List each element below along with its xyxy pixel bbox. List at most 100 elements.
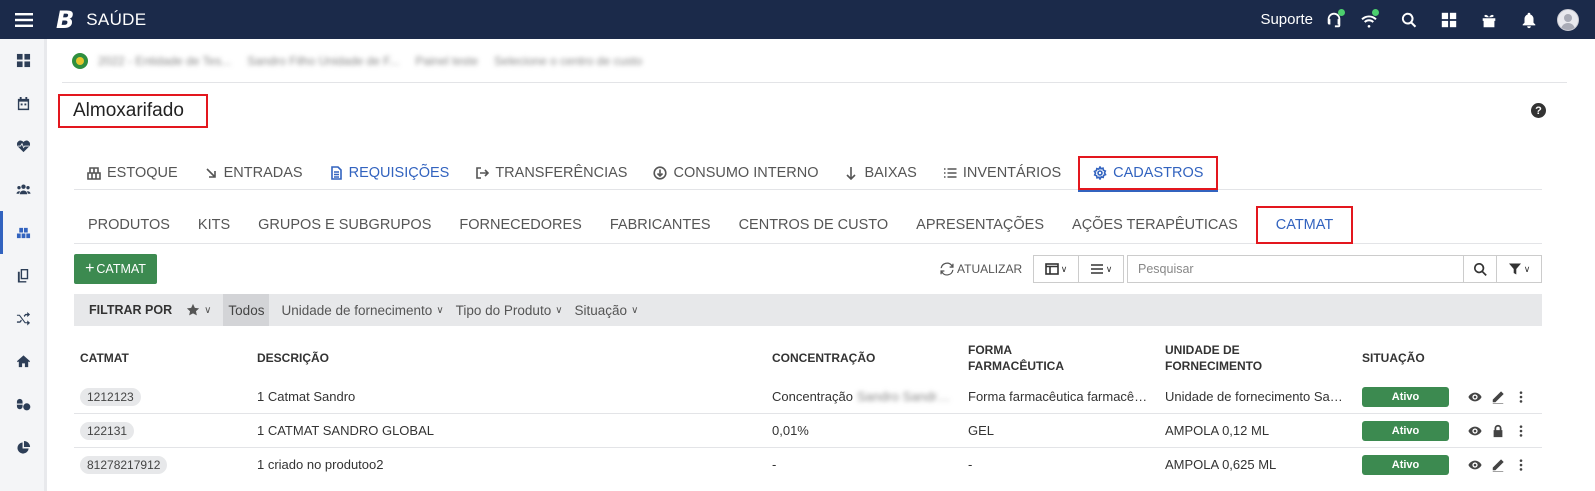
more-options-icon[interactable]	[1514, 458, 1528, 472]
header-catmat[interactable]: CATMAT	[80, 350, 129, 366]
tab-label: TRANSFERÊNCIAS	[495, 164, 628, 181]
wifi-icon[interactable]	[1349, 0, 1389, 39]
filter-bar: FILTRAR POR ∨ Todos Unidade de fornecime…	[74, 294, 1542, 326]
lock-icon[interactable]	[1491, 424, 1505, 438]
row-divider	[74, 447, 1542, 448]
warehouse-icon[interactable]	[0, 211, 46, 254]
arrow-down-right-icon	[204, 166, 218, 180]
tab-requisicoes[interactable]: REQUISIÇÕES	[316, 156, 463, 190]
tab-baixas[interactable]: BAIXAS	[831, 156, 929, 190]
dropdown-label: Unidade de fornecimento	[281, 302, 433, 318]
header-forma[interactable]: FORMA FARMACÊUTICA	[968, 342, 1064, 374]
tab-cadastros[interactable]: CADASTROS	[1078, 155, 1219, 192]
tab-label: ESTOQUE	[107, 164, 178, 181]
add-catmat-button[interactable]: + CATMAT	[74, 254, 157, 284]
chevron-down-icon: ∨	[436, 304, 444, 316]
header-situacao[interactable]: SITUAÇÃO	[1362, 350, 1425, 366]
search-icon[interactable]	[1389, 0, 1429, 39]
entity-flag-icon	[72, 53, 88, 69]
refresh-label: ATUALIZAR	[957, 262, 1023, 276]
cell-forma: -	[968, 457, 973, 472]
refresh-button[interactable]: ATUALIZAR	[940, 259, 1022, 279]
tab-inventarios[interactable]: INVENTÁRIOS	[930, 156, 1074, 190]
subtab-kits[interactable]: KITS	[184, 206, 244, 244]
subtab-produtos[interactable]: PRODUTOS	[74, 206, 184, 244]
users-icon[interactable]	[0, 168, 46, 211]
brand-logo[interactable]: B	[56, 6, 74, 34]
apps-grid-icon[interactable]	[1429, 0, 1469, 39]
header-unidade[interactable]: UNIDADE DE FORNECIMENTO	[1165, 342, 1262, 374]
header-concentracao[interactable]: CONCENTRAÇÃO	[772, 350, 875, 366]
search-input[interactable]	[1127, 255, 1464, 283]
calendar-icon[interactable]	[0, 82, 46, 125]
subtab-fabricantes[interactable]: FABRICANTES	[596, 206, 725, 244]
subtab-centros-custo[interactable]: CENTROS DE CUSTO	[725, 206, 903, 244]
bell-icon[interactable]	[1509, 0, 1549, 39]
view-icon[interactable]	[1468, 390, 1482, 404]
dashboard-icon[interactable]	[0, 39, 46, 82]
view-icon[interactable]	[1468, 424, 1482, 438]
pills-icon[interactable]	[0, 383, 46, 426]
search-button[interactable]	[1463, 255, 1497, 283]
add-catmat-label: CATMAT	[96, 262, 146, 276]
dropdown-label: Tipo do Produto	[455, 302, 552, 318]
subtab-fornecedores[interactable]: FORNECEDORES	[445, 206, 595, 244]
header-divider	[62, 82, 1567, 83]
more-options-icon[interactable]	[1514, 424, 1528, 438]
support-label[interactable]: Suporte	[1260, 11, 1313, 28]
home-icon[interactable]	[0, 340, 46, 383]
gift-icon[interactable]	[1469, 0, 1509, 39]
catmat-code: 81278217912	[80, 456, 168, 474]
header-line: FORNECIMENTO	[1165, 359, 1263, 373]
breadcrumb-entity[interactable]: 2022 - Entidade de Tes...	[98, 54, 231, 68]
cell-concentracao: -	[772, 457, 777, 472]
support-icon[interactable]	[1319, 0, 1349, 39]
header-line: FORMA	[968, 343, 1012, 357]
pie-chart-icon[interactable]	[0, 426, 46, 469]
cell-descricao: 1 criado no produtoo2	[257, 457, 384, 472]
more-options-icon[interactable]	[1514, 390, 1528, 404]
header-line: FARMACÊUTICA	[968, 359, 1064, 373]
subtab-apresentacoes[interactable]: APRESENTAÇÕES	[902, 206, 1058, 244]
tab-label: INVENTÁRIOS	[962, 164, 1062, 181]
avatar[interactable]	[1557, 8, 1579, 31]
gear-icon	[1093, 165, 1107, 180]
breadcrumb-unit[interactable]: Sandro Filho Unidade de F...	[247, 54, 399, 68]
menu-icon[interactable]	[0, 0, 48, 39]
subtab-grupos-subgrupos[interactable]: GRUPOS E SUBGRUPOS	[244, 206, 445, 244]
edit-icon[interactable]	[1491, 458, 1505, 472]
help-icon[interactable]: ?	[1531, 103, 1546, 118]
top-bar: B SAÚDE Suporte	[0, 0, 1595, 39]
columns-toggle-button[interactable]: ∨	[1033, 255, 1079, 283]
filter-todos[interactable]: Todos	[223, 294, 270, 326]
documents-icon[interactable]	[0, 254, 46, 297]
heartbeat-icon[interactable]	[0, 125, 46, 168]
shuffle-icon[interactable]	[0, 297, 46, 340]
subtab-acoes-terapeuticas[interactable]: AÇÕES TERAPÊUTICAS	[1058, 206, 1252, 244]
cell-forma: Forma farmacêutica farmacêutica	[968, 389, 1151, 404]
filter-tipo-produto-dropdown[interactable]: Tipo do Produto ∨	[456, 303, 563, 318]
catmat-code: 122131	[80, 422, 135, 440]
filter-button[interactable]: ∨	[1496, 255, 1542, 283]
breadcrumb-cost-center[interactable]: Selecione o centro de custo	[494, 54, 642, 68]
tab-consumo-interno[interactable]: CONSUMO INTERNO	[640, 156, 831, 190]
star-icon[interactable]	[186, 303, 200, 317]
header-descricao[interactable]: DESCRIÇÃO	[257, 350, 329, 366]
edit-icon[interactable]	[1491, 390, 1505, 404]
breadcrumb-panel[interactable]: Painel teste	[415, 54, 478, 68]
density-toggle-button[interactable]: ∨	[1078, 255, 1124, 283]
filter-situacao-dropdown[interactable]: Situação ∨	[575, 303, 639, 318]
cell-concentracao: 0,01%	[772, 423, 809, 438]
favorites-chevron-icon[interactable]: ∨	[204, 305, 211, 316]
view-icon[interactable]	[1468, 458, 1482, 472]
chevron-down-icon: ∨	[1523, 263, 1531, 274]
filter-unidade-dropdown[interactable]: Unidade de fornecimento ∨	[281, 303, 443, 318]
tab-label: CONSUMO INTERNO	[673, 164, 819, 181]
tab-transferencias[interactable]: TRANSFERÊNCIAS	[462, 156, 640, 190]
tab-entradas[interactable]: ENTRADAS	[191, 156, 316, 190]
filter-icon	[1508, 263, 1521, 275]
subtab-catmat[interactable]: CATMAT	[1255, 205, 1354, 244]
columns-icon	[1044, 263, 1059, 275]
list-icon	[943, 166, 957, 180]
tab-estoque[interactable]: ESTOQUE	[74, 156, 191, 190]
